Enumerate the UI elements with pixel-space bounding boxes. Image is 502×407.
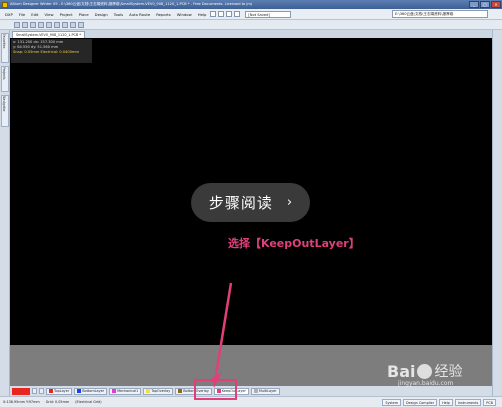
watermark-suffix: 经验 bbox=[434, 364, 463, 380]
keepout-highlight-box bbox=[194, 379, 237, 400]
watermark-brand: Bai bbox=[387, 361, 416, 381]
pointer-arrow-icon bbox=[212, 282, 233, 388]
paw-icon bbox=[417, 363, 433, 379]
baidu-watermark: Bai 经验 bbox=[387, 361, 462, 381]
screenshot: Altium Designer Winter 09 - E:\360云盘\文档\… bbox=[0, 0, 502, 407]
watermark-url: jingyan.baidu.com bbox=[398, 380, 454, 387]
